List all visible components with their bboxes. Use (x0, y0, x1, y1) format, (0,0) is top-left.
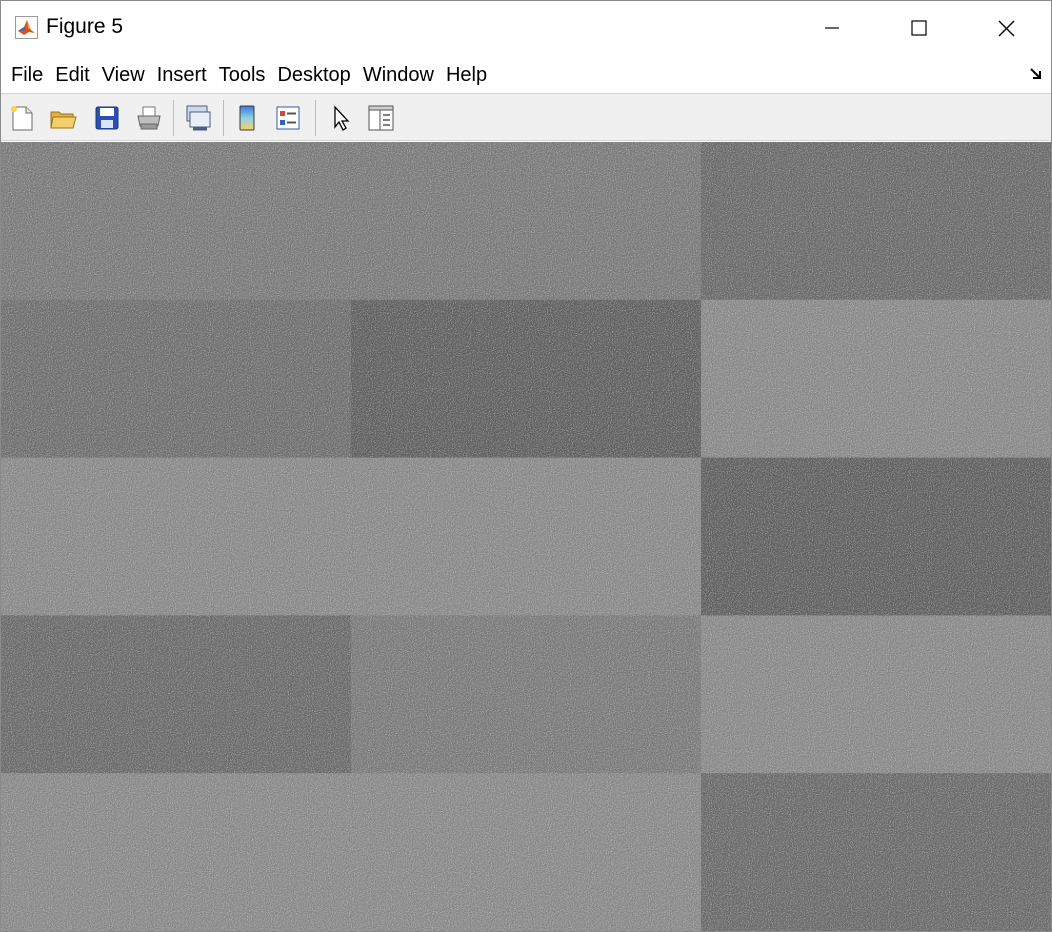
insert-colorbar-icon (239, 105, 255, 131)
open-file-button[interactable] (46, 101, 80, 135)
menu-bar: File Edit View Insert Tools Desktop Wind… (1, 58, 1051, 92)
toolbar-separator (223, 100, 224, 136)
image-tile-r0-c1 (351, 142, 702, 301)
minimize-button[interactable] (788, 1, 876, 55)
maximize-button[interactable] (875, 1, 963, 55)
noise-image (1, 142, 1051, 931)
image-tile-r3-c2 (701, 615, 1051, 774)
open-file-icon (50, 111, 77, 129)
figure-window: Figure 5 File Edit View Insert Tools Des… (0, 0, 1052, 932)
menu-edit[interactable]: Edit (49, 60, 95, 90)
image-tile-r3-c1 (351, 615, 702, 774)
image-tile-r1-c1 (351, 299, 702, 459)
window-title: Figure 5 (46, 15, 124, 38)
new-figure-button[interactable] (5, 101, 39, 135)
close-button[interactable] (962, 1, 1050, 55)
minimize-icon (825, 27, 839, 29)
menu-view[interactable]: View (96, 60, 151, 90)
image-tile-r1-c0 (1, 299, 352, 459)
image-tile-r4-c1 (351, 773, 702, 931)
title-bar[interactable]: Figure 5 (1, 1, 1051, 55)
link-plot-icon (186, 105, 211, 131)
image-tile-r2-c1 (351, 457, 702, 616)
insert-legend-icon (276, 106, 300, 130)
dock-arrow-icon[interactable] (1029, 67, 1043, 81)
new-figure-icon (11, 106, 33, 131)
save-button[interactable] (90, 101, 124, 135)
close-icon (998, 20, 1014, 36)
image-tile-r4-c2 (701, 773, 1051, 931)
figure-toolbar (1, 93, 1051, 141)
maximize-icon (911, 20, 927, 36)
insert-legend-button[interactable] (271, 101, 305, 135)
toolbar-separator (315, 100, 316, 136)
image-tile-r2-c2 (701, 457, 1051, 616)
image-tile-r2-c0 (1, 457, 352, 616)
print-icon (137, 106, 161, 130)
save-icon (95, 106, 119, 130)
menu-insert[interactable]: Insert (151, 60, 213, 90)
matlab-logo-icon (15, 16, 38, 39)
menu-desktop[interactable]: Desktop (271, 60, 356, 90)
menu-window[interactable]: Window (357, 60, 440, 90)
property-inspector-button[interactable] (364, 101, 398, 135)
edit-plot-pointer-icon (334, 105, 350, 131)
image-tile-r1-c2 (701, 299, 1051, 459)
image-tile-r3-c0 (1, 615, 352, 774)
link-plot-button[interactable] (181, 101, 215, 135)
menu-help[interactable]: Help (440, 60, 493, 90)
figure-canvas[interactable] (1, 142, 1051, 931)
edit-plot-button[interactable] (323, 101, 357, 135)
image-tile-r0-c2 (701, 142, 1051, 301)
toolbar-separator (173, 100, 174, 136)
property-inspector-icon (368, 105, 394, 131)
menu-file[interactable]: File (5, 60, 49, 90)
print-button[interactable] (132, 101, 166, 135)
image-tile-r4-c0 (1, 773, 352, 931)
insert-colorbar-button[interactable] (230, 101, 264, 135)
image-tile-r0-c0 (1, 142, 352, 301)
menu-tools[interactable]: Tools (213, 60, 272, 90)
